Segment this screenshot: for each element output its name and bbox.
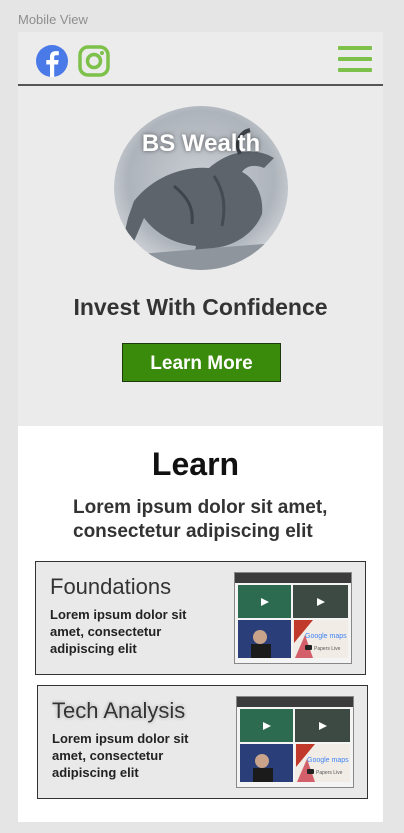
card-description: Lorem ipsum dolor sit amet, consectetur … (52, 731, 189, 780)
learn-subtitle: Lorem ipsum dolor sit amet, consectetur … (73, 497, 328, 542)
learn-section: Learn Lorem ipsum dolor sit amet, consec… (18, 426, 383, 822)
frame-label: Mobile View (18, 12, 88, 27)
course-card-tech-analysis[interactable]: Tech Analysis Lorem ipsum dolor sit amet… (37, 685, 368, 799)
video-thumbnail[interactable]: Google maps Papers Live (234, 572, 352, 664)
instagram-icon[interactable] (77, 44, 111, 78)
thumb-maps-label: Google maps (307, 757, 349, 764)
facebook-icon[interactable] (35, 44, 69, 78)
learn-more-button[interactable]: Learn More (122, 343, 281, 382)
logo-text: BS Wealth (141, 130, 261, 157)
hero-tagline: Invest With Confidence (73, 294, 328, 320)
thumb-live-label: Papers Live (314, 646, 341, 652)
thumb-maps-label: Google maps (305, 633, 347, 640)
video-thumbnail[interactable]: Google maps Papers Live (236, 696, 354, 788)
course-card-foundations[interactable]: Foundations Lorem ipsum dolor sit amet, … (35, 561, 366, 675)
hamburger-menu-icon[interactable] (338, 46, 372, 76)
learn-title: Learn (151, 446, 240, 482)
card-title: Foundations (50, 574, 172, 599)
logo: BS Wealth (114, 106, 288, 270)
thumb-live-label: Papers Live (316, 770, 343, 776)
card-title: Tech Analysis (52, 698, 186, 723)
hero-section: BS Wealth Invest With Confidence Learn M… (18, 86, 383, 426)
mobile-frame: BS Wealth Invest With Confidence Learn M… (18, 32, 383, 822)
card-description: Lorem ipsum dolor sit amet, consectetur … (50, 607, 187, 656)
top-bar (18, 32, 383, 86)
